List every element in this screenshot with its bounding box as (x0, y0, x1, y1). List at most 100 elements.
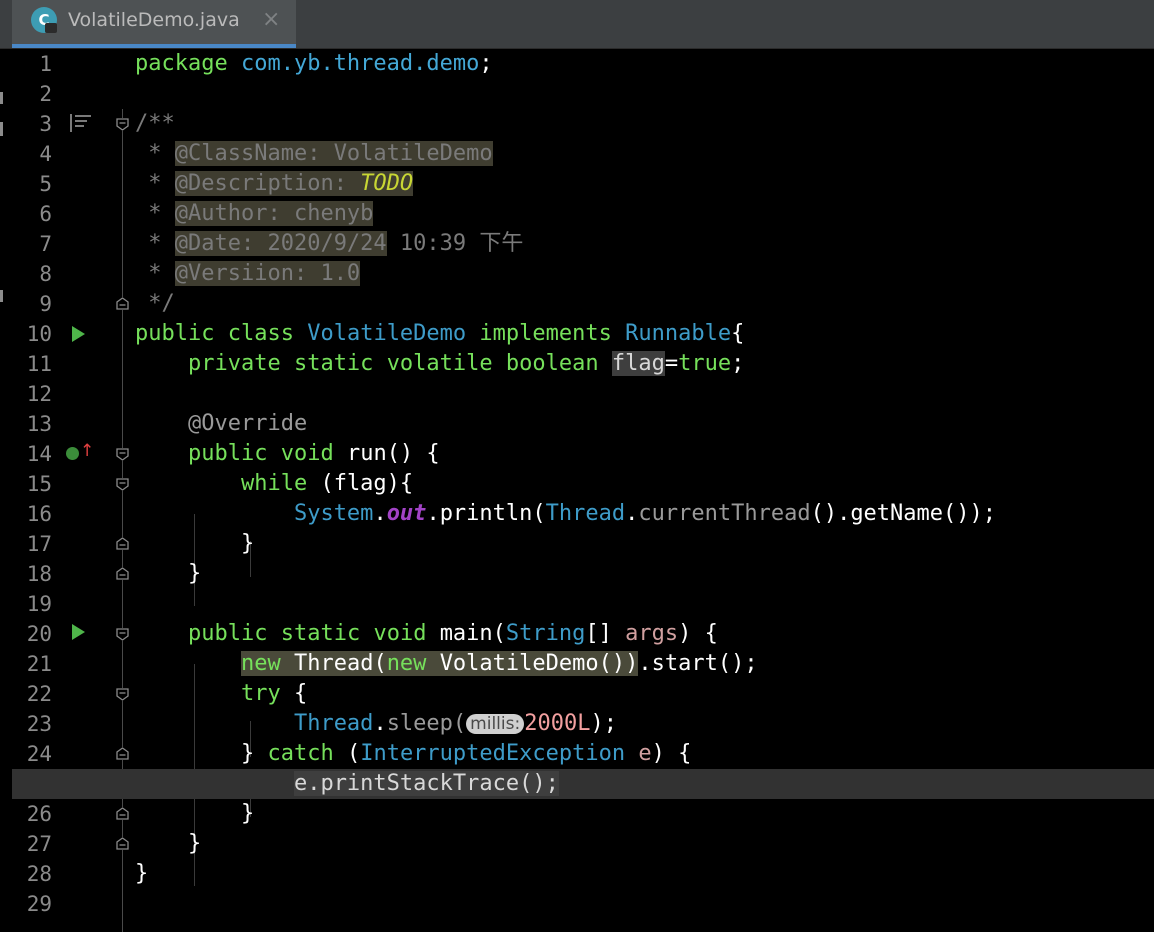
token-comment: * (135, 231, 175, 256)
token-punct: } (135, 861, 149, 886)
token-text: VolatileDemo()) (439, 651, 639, 676)
token-method: sleep( (386, 711, 467, 736)
code-line[interactable]: 8 * @Versiion: 1.0 (12, 259, 1154, 289)
token-text: (flag){ (307, 471, 414, 496)
highlighted-expression: new Thread(new VolatileDemo()) (240, 651, 639, 676)
code-line[interactable]: 7 * @Date: 2020/9/24 10:39 下午 (12, 229, 1154, 259)
line-number: 19 (26, 592, 52, 616)
edge-marker (0, 290, 3, 302)
token-keyword: static (280, 621, 361, 646)
token-punct: } (187, 561, 202, 586)
token-type: Thread (293, 711, 374, 736)
line-code: * @Description: TODO (135, 169, 414, 199)
token-punct: . (426, 501, 440, 526)
lock-badge-icon (45, 23, 57, 33)
token-punct: { (280, 681, 308, 706)
token-keyword: new (386, 651, 427, 676)
token-type: System (293, 501, 374, 526)
line-number: 29 (26, 892, 52, 916)
line-number: 5 (39, 172, 52, 196)
code-line[interactable]: 15 while (flag){ (12, 469, 1154, 499)
line-number: 20 (26, 622, 52, 646)
line-code: } (135, 529, 254, 559)
token-todo: TODO (360, 171, 414, 196)
java-class-icon: C (31, 7, 57, 33)
code-line[interactable]: 29 (12, 889, 1154, 919)
line-number: 7 (39, 232, 52, 256)
code-line[interactable]: 27 } (12, 829, 1154, 859)
code-line[interactable]: 12 (12, 379, 1154, 409)
token-keyword: void (373, 621, 427, 646)
line-number: 23 (26, 712, 52, 736)
token-punct: ; (479, 51, 493, 76)
token-punct: } (240, 741, 268, 766)
token-type: VolatileDemo (307, 321, 467, 346)
line-code: Thread.sleep(millis: 2000L); (135, 709, 617, 739)
code-editor[interactable]: ↑ 1 package com.yb.thread.demo; 2 3 /** … (12, 49, 1154, 932)
line-code: public static void main(String[] args) { (135, 619, 718, 649)
token-punct: [] (585, 621, 626, 646)
token-keyword: new (240, 651, 281, 676)
token-punct: } (187, 831, 202, 856)
code-line[interactable]: 19 (12, 589, 1154, 619)
code-line[interactable]: 1 package com.yb.thread.demo; (12, 49, 1154, 79)
line-number: 16 (26, 502, 52, 526)
code-line[interactable]: 10 public class VolatileDemo implements … (12, 319, 1154, 349)
code-line[interactable]: 6 * @Author: chenyb (12, 199, 1154, 229)
token-doc-tag: @Date: 2020/9/24 (174, 231, 387, 256)
code-line[interactable]: 17 } (12, 529, 1154, 559)
token-comment: * (135, 171, 175, 196)
code-line[interactable]: 14 public void run() { (12, 439, 1154, 469)
line-number: 26 (26, 802, 52, 826)
code-line[interactable]: 21 new Thread(new VolatileDemo()).start(… (12, 649, 1154, 679)
editor-tab-bar: C VolatileDemo.java × (0, 0, 1154, 49)
code-line[interactable]: 26 } (12, 799, 1154, 829)
line-code: } (135, 829, 201, 859)
line-number: 17 (26, 532, 52, 556)
token-keyword: try (240, 681, 281, 706)
token-punct: = (664, 351, 679, 376)
close-icon[interactable]: × (262, 7, 280, 33)
token-punct: . (373, 711, 387, 736)
line-code: package com.yb.thread.demo; (135, 49, 493, 79)
line-code: System.out.println(Thread.currentThread(… (135, 499, 996, 529)
code-line[interactable]: 23 Thread.sleep(millis: 2000L); (12, 709, 1154, 739)
token-keyword: public (187, 441, 268, 466)
token-doc-tag: @Versiion: 1.0 (174, 261, 361, 286)
token-punct: . (373, 501, 387, 526)
token-method: currentThread (638, 501, 811, 526)
token-param: e (638, 741, 652, 766)
code-line[interactable]: 3 /** (12, 109, 1154, 139)
code-line[interactable]: 5 * @Description: TODO (12, 169, 1154, 199)
code-line[interactable]: 13 @Override (12, 409, 1154, 439)
token-punct: ( (333, 741, 361, 766)
line-number: 18 (26, 562, 52, 586)
code-line[interactable]: 18 } (12, 559, 1154, 589)
token-text: .start(); (638, 651, 758, 676)
line-code: */ (135, 291, 175, 316)
code-line[interactable]: 11 private static volatile boolean flag=… (12, 349, 1154, 379)
tab-volatiledemo-java[interactable]: C VolatileDemo.java × (12, 0, 296, 48)
token-static-field: out (386, 501, 427, 526)
line-code: } (135, 559, 201, 589)
line-number: 6 (39, 202, 52, 226)
line-code: * @ClassName: VolatileDemo (135, 139, 493, 169)
code-line[interactable]: 24 } catch (InterruptedException e) { (12, 739, 1154, 769)
code-line[interactable]: 9 */ (12, 289, 1154, 319)
line-number: 15 (26, 472, 52, 496)
code-line[interactable]: 28 } (12, 859, 1154, 889)
code-line[interactable]: 2 (12, 79, 1154, 109)
code-line[interactable]: 16 System.out.println(Thread.currentThre… (12, 499, 1154, 529)
line-code: * @Versiion: 1.0 (135, 259, 361, 289)
line-code: new Thread(new VolatileDemo()).start(); (135, 649, 758, 679)
line-number: 10 (26, 322, 52, 346)
code-line[interactable]: 22 try { (12, 679, 1154, 709)
code-line[interactable]: 4 * @ClassName: VolatileDemo (12, 139, 1154, 169)
line-code: } (135, 859, 148, 889)
token-keyword: private (187, 351, 281, 376)
line-number: 13 (26, 412, 52, 436)
code-line[interactable]: 20 public static void main(String[] args… (12, 619, 1154, 649)
token-punct: ; (731, 351, 745, 376)
token-punct: } (240, 801, 255, 826)
current-code-line[interactable]: e.printStackTrace(); (12, 769, 1154, 799)
